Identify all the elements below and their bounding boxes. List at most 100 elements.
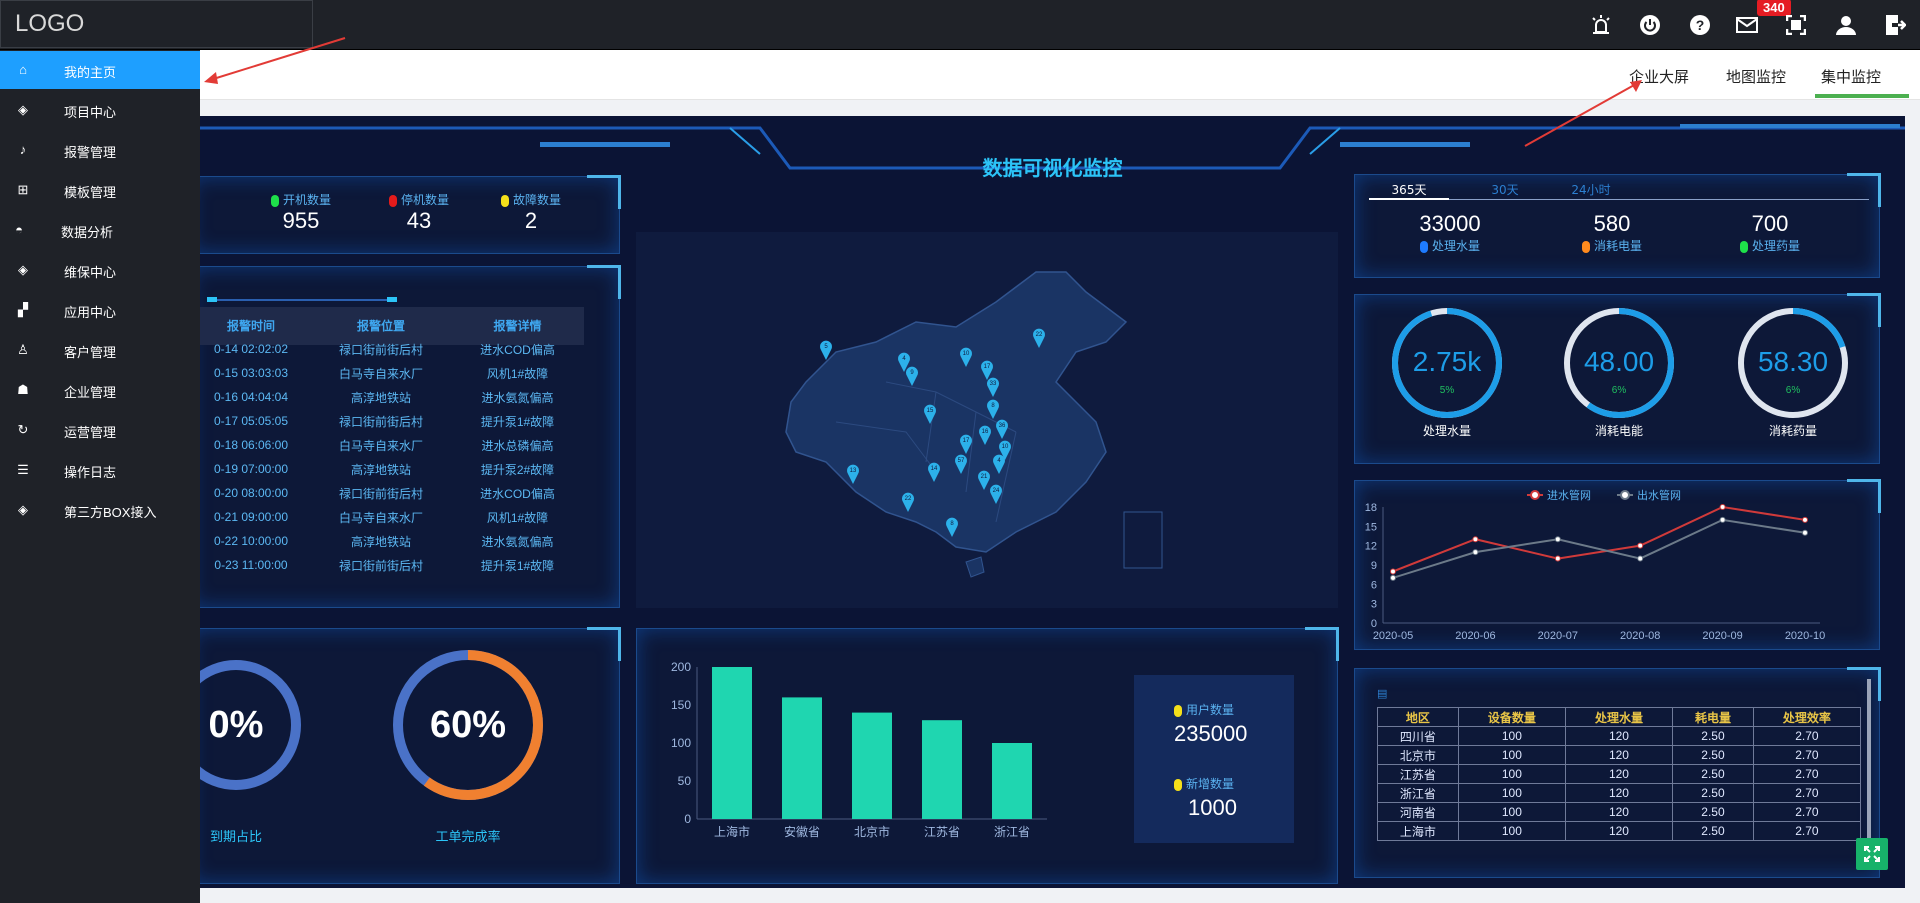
x-tick-label: 2020-06	[1455, 630, 1495, 642]
alarm-icon[interactable]	[1588, 12, 1614, 38]
sidebar-item-logs[interactable]: ☰ 操作日志	[0, 451, 200, 489]
sidebar-item-home[interactable]: ⌂ 我的主页	[0, 51, 200, 89]
green-dot	[270, 194, 279, 207]
x-tick-label: 2020-07	[1538, 630, 1578, 642]
sidebar-item-projects[interactable]: ◈ 项目中心	[0, 91, 200, 129]
power-icon[interactable]	[1637, 12, 1663, 38]
panel-corner	[587, 265, 621, 299]
map-pin-label: 15	[927, 408, 934, 414]
cell: 浙江省	[1377, 783, 1459, 803]
sidebar-item-label: 运营管理	[64, 425, 117, 440]
map-pin-label: 22	[1036, 332, 1043, 338]
alarm-location: 高淳地铁站	[350, 462, 411, 477]
total-power-value: 580	[1593, 211, 1631, 236]
y-tick-label: 6	[1371, 579, 1377, 591]
sidebar-item-label: 第三方BOX接入	[64, 505, 157, 520]
bar-chart-panel: 0 50 100 150 200 上海市 安徽省 北京市 江苏省 浙江省 用户数量 235000 …	[636, 627, 1339, 884]
tab-map-monitor[interactable]: 地图监控	[1726, 66, 1786, 87]
status-on: 开机数量 955	[241, 191, 361, 234]
table-row: 0-20 08:00:00 禄口街前街后村 进水COD偏高	[191, 481, 584, 505]
sidebar-item-label: 操作日志	[64, 465, 117, 480]
status-fault: 故障数量 2	[471, 191, 591, 234]
tab-enterprise-screen[interactable]: 企业大屏	[1629, 66, 1689, 87]
sidebar-item-label: 报警管理	[64, 145, 117, 160]
map-pin-label: 22	[905, 496, 912, 502]
sidebar-item-templates[interactable]: ⊞ 模板管理	[0, 171, 200, 209]
alarm-detail: 风机1#故障	[486, 510, 549, 525]
yellow-dot	[1174, 778, 1182, 791]
alarm-header-location: 报警位置	[356, 318, 405, 333]
total-chemical-value: 700	[1751, 211, 1789, 236]
sidebar-item-label: 我的主页	[64, 65, 117, 80]
new-count-label: 新增数量	[1186, 777, 1235, 791]
tab-365d[interactable]: 365天	[1369, 181, 1449, 198]
sidebar-item-operations[interactable]: ↻ 运营管理	[0, 411, 200, 449]
x-tick-label: 2020-05	[1373, 630, 1413, 642]
sidebar-item-alarms[interactable]: ♪ 报警管理	[0, 131, 200, 169]
sidebar-item-third-party-box[interactable]: ◈ 第三方BOX接入	[0, 491, 200, 529]
data-point	[1554, 536, 1561, 543]
sidebar-item-maintenance[interactable]: ◈ 维保中心	[0, 251, 200, 289]
sidebar-item-analysis[interactable]: ◓ 数据分析	[0, 211, 200, 249]
export-icon[interactable]: ▤	[1377, 687, 1387, 700]
help-icon[interactable]: ?	[1687, 12, 1713, 38]
x-tick-label: 2020-08	[1620, 630, 1660, 642]
cell: 120	[1564, 821, 1674, 841]
table-row: 北京市 100 120 2.50 2.70	[1377, 745, 1862, 765]
y-tick-label: 0	[684, 812, 691, 826]
mail-icon[interactable]	[1734, 12, 1760, 38]
user-count-label: 用户数量	[1186, 703, 1235, 717]
bar	[782, 697, 822, 819]
green-dot	[1739, 240, 1748, 253]
log-icon: ☰	[17, 462, 29, 477]
gauge-icon: ◓	[15, 222, 23, 237]
map-panel[interactable]: 5 4 9 15 10 17 33 8 17 16 36 10 4 22 14 57 21 24 13 22 8	[636, 232, 1338, 608]
user-icon[interactable]	[1833, 12, 1859, 38]
total-water-value: 33000	[1419, 211, 1481, 236]
col-water: 处理水量	[1564, 707, 1674, 727]
cell: 100	[1457, 821, 1566, 841]
alarm-time: 0-14 02:02:02	[213, 342, 289, 356]
tab-30d[interactable]: 30天	[1465, 181, 1545, 198]
expand-button[interactable]	[1856, 838, 1888, 870]
alarm-location: 禄口街前街后村	[338, 342, 423, 357]
alarm-header-row: 报警时间 报警位置 报警详情	[191, 313, 584, 337]
tab-24h[interactable]: 24小时	[1551, 181, 1631, 198]
table-row: 四川省 100 120 2.50 2.70	[1377, 726, 1862, 746]
cell: 100	[1457, 783, 1566, 803]
bar	[712, 667, 752, 819]
map-pin-label: 21	[981, 474, 988, 480]
cell: 100	[1457, 764, 1566, 784]
ring-value: 60%	[430, 704, 506, 746]
logout-icon[interactable]	[1882, 12, 1908, 38]
col-region: 地区	[1377, 707, 1459, 727]
sidebar-item-customers[interactable]: ♙ 客户管理	[0, 331, 200, 369]
alarm-time: 0-17 05:05:05	[213, 414, 289, 428]
table-row: 0-18 06:06:00 白马寺自来水厂 进水总磷偏高	[191, 433, 584, 457]
alarm-panel: 报警时间 报警位置 报警详情 0-14 02:02:02 禄口街前街后村 进水COD…	[190, 265, 621, 608]
fullscreen-icon[interactable]	[1783, 12, 1809, 38]
line-chart-panel: 0 3 6 9 12 15 18 2020-05 2020-06 2020-07 2020-08 20…	[1354, 479, 1881, 650]
table-scrollbar[interactable]	[1867, 679, 1871, 859]
cell: 上海市	[1377, 821, 1459, 841]
svg-text:?: ?	[1696, 17, 1705, 33]
china-map[interactable]: 549151017338171636104221457212413228	[636, 232, 1338, 608]
y-tick-label: 200	[671, 660, 691, 674]
map-pin-label: 17	[963, 438, 970, 444]
cell: 2.50	[1672, 821, 1754, 841]
gauge-label: 处理水量	[1423, 424, 1471, 438]
y-tick-label: 15	[1365, 521, 1377, 533]
gauge-value: 2.75k	[1413, 346, 1482, 377]
y-tick-label: 100	[671, 736, 691, 750]
alarm-time: 0-18 06:06:00	[213, 438, 289, 452]
alarm-time: 0-23 11:00:00	[214, 558, 288, 572]
sidebar-item-enterprise[interactable]: ☗ 企业管理	[0, 371, 200, 409]
table-row: 上海市 100 120 2.50 2.70	[1377, 821, 1862, 841]
data-point	[1637, 555, 1644, 562]
user-count-value: 235000	[1174, 721, 1248, 746]
legend-marker	[1620, 490, 1630, 500]
tab-central-monitor[interactable]: 集中监控	[1821, 66, 1881, 87]
table-row: 江苏省 100 120 2.50 2.70	[1377, 764, 1862, 784]
sidebar-item-apps[interactable]: ▞ 应用中心	[0, 291, 200, 329]
x-tick-label: 2020-09	[1702, 630, 1742, 642]
